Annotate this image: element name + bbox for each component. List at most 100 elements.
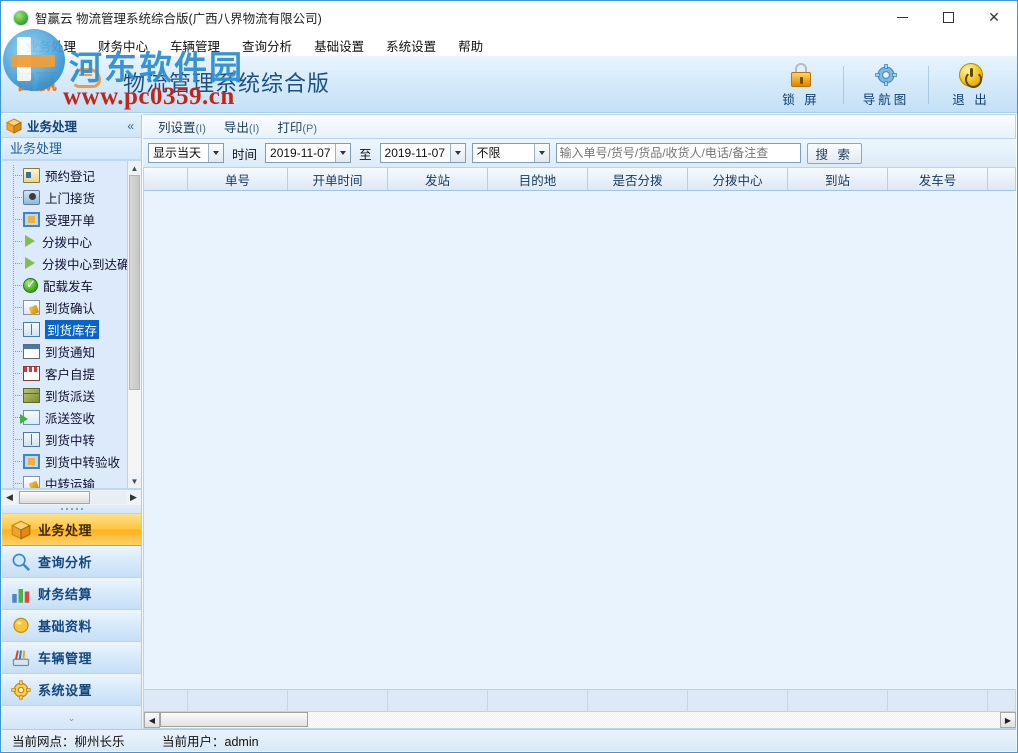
chevron-down-icon[interactable] <box>533 144 549 162</box>
tree-hscroll-thumb[interactable] <box>19 491 90 504</box>
tree-item[interactable]: 中转运输 <box>2 472 127 488</box>
menu-item-finance[interactable]: 财务中心 <box>87 34 159 57</box>
grid-column-header[interactable]: 单号 <box>188 168 288 190</box>
sidebar-splitter[interactable] <box>2 505 141 514</box>
title-bar: 智赢云 物流管理系统综合版(广西八界物流有限公司) ✕ <box>1 1 1017 34</box>
tree-horizontal-scrollbar[interactable]: ◀ ▶ <box>2 489 141 505</box>
scroll-up-icon[interactable]: ▲ <box>128 161 141 175</box>
grid-column-header-extra[interactable] <box>988 168 1016 190</box>
grid-column-header-label: 单号 <box>224 173 250 188</box>
grid-footer-cell <box>288 690 388 711</box>
tree-item[interactable]: 到货中转验收 <box>2 450 127 472</box>
tree-item[interactable]: 上门接货 <box>2 186 127 208</box>
date-from-picker[interactable]: 2019-11-07 <box>265 143 352 163</box>
tree-scroll-thumb[interactable] <box>129 175 140 391</box>
search-button[interactable]: 搜 索 <box>806 142 863 164</box>
sidebar-nav-magnifier[interactable]: 查询分析 <box>2 546 141 578</box>
book-icon <box>23 321 40 337</box>
print-button[interactable]: 打印(P) <box>268 115 326 138</box>
menu-item-help[interactable]: 帮助 <box>447 34 494 57</box>
grid-footer-cell <box>788 690 888 711</box>
tree-item[interactable]: 受理开单 <box>2 208 127 230</box>
sidebar-nav-sphere[interactable]: 基础资料 <box>2 610 141 642</box>
navigation-map-label: 导航图 <box>862 92 910 107</box>
sidebar-nav-bar-chart[interactable]: 财务结算 <box>2 578 141 610</box>
bar-chart-icon <box>11 584 31 604</box>
grid-footer-cell <box>188 690 288 711</box>
tree-item[interactable]: 派送签收 <box>2 406 127 428</box>
scroll-left-icon[interactable]: ◀ <box>2 491 17 505</box>
chevron-down-icon[interactable] <box>449 144 465 162</box>
grid-column-header[interactable]: 发车号 <box>888 168 988 190</box>
navigation-map-button[interactable]: 导航图 <box>848 60 924 110</box>
cube-icon <box>10 520 32 540</box>
exit-button[interactable]: 退 出 <box>933 60 1009 110</box>
sidebar-nav-tools[interactable]: 车辆管理 <box>2 642 141 674</box>
tree-item[interactable]: 到货中转 <box>2 428 127 450</box>
status-select[interactable]: 不限 <box>471 143 550 163</box>
menu-item-vehicle[interactable]: 车辆管理 <box>159 34 231 57</box>
tree-scroll-track[interactable] <box>128 175 141 474</box>
range-select[interactable]: 显示当天 <box>148 143 224 163</box>
tree-item[interactable]: 分拨中心 <box>2 230 127 252</box>
menu-item-system-settings[interactable]: 系统设置 <box>375 34 447 57</box>
lock-screen-label: 锁 屏 <box>782 92 820 107</box>
grid-column-header[interactable]: 是否分拨 <box>588 168 688 190</box>
tree-item[interactable]: 到货确认 <box>2 296 127 318</box>
date-from-value: 2019-11-07 <box>270 146 331 160</box>
date-to-picker[interactable]: 2019-11-07 <box>379 143 466 163</box>
grid-column-header[interactable]: 发站 <box>388 168 488 190</box>
tree-item[interactable]: 到货派送 <box>2 384 127 406</box>
export-label: 导出 <box>223 121 249 135</box>
collapse-sidebar-button[interactable]: « <box>124 119 137 133</box>
sidebar-nav-cube[interactable]: 业务处理 <box>2 514 141 546</box>
toolbar-separator <box>928 66 929 104</box>
grid-column-header-label: 目的地 <box>518 173 557 188</box>
grid-horizontal-scrollbar[interactable]: ◀ ▶ <box>144 712 1016 729</box>
tree-item-label: 到货中转验收 <box>45 455 121 470</box>
grid-column-header[interactable]: 分拨中心 <box>688 168 788 190</box>
sidebar-nav-label: 基础资料 <box>38 619 93 634</box>
maximize-button[interactable] <box>925 1 971 34</box>
scroll-right-icon[interactable]: ▶ <box>1000 712 1016 728</box>
tree-item[interactable]: 到货通知 <box>2 340 127 362</box>
scroll-right-icon[interactable]: ▶ <box>126 491 141 505</box>
tree-item[interactable]: 客户自提 <box>2 362 127 384</box>
menu-item-query[interactable]: 查询分析 <box>231 34 303 57</box>
window-title: 智赢云 物流管理系统综合版(广西八界物流有限公司) <box>35 12 322 26</box>
lock-screen-button[interactable]: 锁 屏 <box>763 60 839 110</box>
grid-hscroll-track[interactable] <box>160 712 1000 728</box>
main-content: 列设置(I) 导出(I) 打印(P) 显示当天 时间 2019-11-07 至 … <box>143 114 1016 729</box>
grid-column-header[interactable]: 目的地 <box>488 168 588 190</box>
app-title: 物流管理系统综合版 <box>123 71 331 96</box>
column-settings-button[interactable]: 列设置(I) <box>149 115 215 138</box>
tree-vertical-scrollbar[interactable]: ▲ ▼ <box>127 161 141 488</box>
menu-item-business[interactable]: 业务处理 <box>15 34 87 57</box>
tree-item[interactable]: 配载发车 <box>2 274 127 296</box>
sidebar-nav-gear[interactable]: 系统设置 <box>2 674 141 706</box>
magnifier-icon <box>11 552 31 572</box>
chevron-down-icon[interactable] <box>335 144 351 162</box>
grid-column-header-label: 发车号 <box>918 173 957 188</box>
chevron-down-icon[interactable] <box>208 144 223 162</box>
scroll-left-icon[interactable]: ◀ <box>144 712 160 728</box>
grid-hscroll-thumb[interactable] <box>160 712 308 727</box>
close-icon[interactable]: ✕ <box>971 1 1017 34</box>
tree-hscroll-track[interactable] <box>17 491 126 504</box>
sidebar-nav-overflow[interactable]: ⌄ <box>2 706 141 731</box>
tree-item[interactable]: 到货库存 <box>2 318 127 340</box>
grid-column-header[interactable]: 开单时间 <box>288 168 388 190</box>
grid-column-header-label: 发站 <box>424 173 450 188</box>
tree-item[interactable]: 分拨中心到达确 <box>2 252 127 274</box>
scroll-down-icon[interactable]: ▼ <box>128 474 141 488</box>
search-input[interactable] <box>555 143 801 163</box>
tree-item[interactable]: 预约登记 <box>2 164 127 186</box>
grid-body[interactable] <box>144 191 1016 690</box>
grid-column-header[interactable]: 到站 <box>788 168 888 190</box>
grid-footer-cell <box>488 690 588 711</box>
minimize-button[interactable] <box>879 1 925 34</box>
menu-item-basic-settings[interactable]: 基础设置 <box>303 34 375 57</box>
export-button[interactable]: 导出(I) <box>215 115 268 138</box>
tree-item-label: 配载发车 <box>43 279 94 294</box>
sphere-icon <box>11 616 31 636</box>
